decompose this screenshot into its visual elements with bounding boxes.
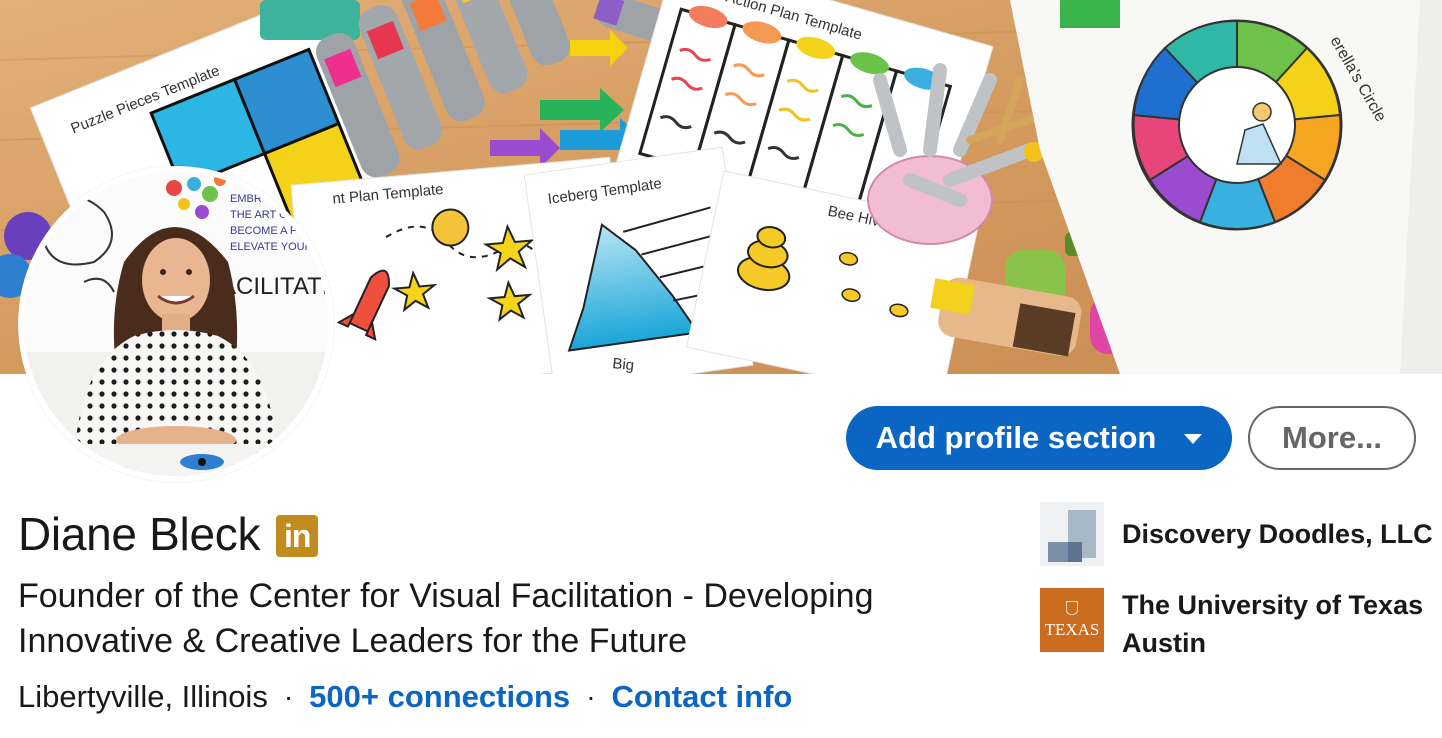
add-profile-section-label: Add profile section [875, 420, 1157, 455]
school-logo-text: TEXAS [1044, 619, 1100, 639]
banner-label-big: Big [612, 355, 635, 374]
contact-info-link[interactable]: Contact info [612, 679, 793, 715]
company-logo-icon [1040, 502, 1104, 566]
avatar-image: EMBR THE ART O BECOME A F ELEVATE YOUR A… [24, 172, 328, 476]
profile-location: Libertyville, Illinois [18, 679, 268, 714]
separator-dot: · [283, 681, 294, 712]
board-text-1: EMBR [230, 193, 262, 205]
more-button[interactable]: More... [1248, 406, 1416, 470]
profile-card: Puzzle Pieces Template Action Plan Templ… [0, 0, 1442, 738]
current-company-link[interactable]: Discovery Doodles, LLC [1040, 502, 1442, 566]
school-name: The University of Texas Austin [1122, 590, 1424, 658]
add-profile-section-button[interactable]: Add profile section [846, 406, 1232, 470]
name-row: Diane Bleck in [18, 506, 319, 562]
board-text-4: ELEVATE YOUR [230, 241, 313, 253]
profile-meta: Libertyville, Illinois · 500+ connection… [18, 676, 792, 718]
school-logo-icon: TEXAS [1040, 588, 1104, 652]
shield-icon [1066, 600, 1078, 615]
board-text-3: BECOME A F [230, 225, 297, 237]
profile-headline: Founder of the Center for Visual Facilit… [18, 577, 874, 660]
profile-photo[interactable]: EMBR THE ART O BECOME A F ELEVATE YOUR A… [18, 166, 334, 482]
profile-name: Diane Bleck [18, 508, 261, 560]
separator-dot: · [586, 681, 596, 712]
linkedin-premium-icon[interactable]: in [276, 515, 319, 557]
connections-link[interactable]: 500+ connections [309, 679, 570, 715]
company-name: Discovery Doodles, LLC [1122, 519, 1433, 549]
education-link[interactable]: TEXAS The University of Texas Austin [1040, 588, 1442, 662]
board-text-2: THE ART O [230, 209, 288, 221]
chevron-down-icon [1184, 434, 1203, 444]
board-text-5: ACILITATION [220, 273, 328, 300]
